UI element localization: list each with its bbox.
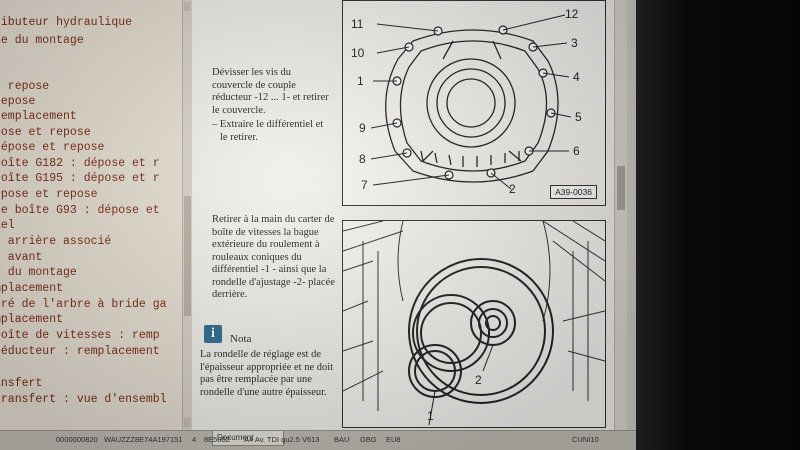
callout-label: 3 (571, 36, 578, 50)
nav-item[interactable]: t repose (0, 80, 49, 94)
status-field: EU8 (386, 435, 401, 444)
step1-para2-text: Extraire le différentiel et le retirer. (219, 119, 324, 143)
document-scrollbar[interactable] (614, 0, 627, 430)
figure-id: A39-0036 (550, 185, 597, 199)
status-model-code: 8E508Z (204, 435, 231, 444)
status-model-name: A4 Av. TDI qu2.5 V613 (244, 435, 320, 444)
nav-item[interactable]: transfert : vue d'ensembl (0, 393, 167, 407)
figure-cover-bolts: 11 12 10 3 1 4 5 9 6 8 7 2 A39-0036 (342, 0, 606, 206)
nav-item[interactable]: le du montage (0, 34, 84, 48)
document-scroll-thumb[interactable] (617, 166, 625, 210)
status-vin: WAUZZZ8E74A197151 (104, 435, 183, 444)
status-user: CUNI10 (572, 435, 599, 444)
callout-label: 11 (351, 17, 364, 31)
nav-scroll-thumb[interactable] (184, 196, 191, 316)
callout-label: 1 (427, 409, 434, 423)
nav-item[interactable]: boîte G195 : dépose et r (0, 172, 160, 186)
status-bar: 0000000820 Document WAUZZZ8E74A197151 4 … (0, 430, 636, 450)
status-field: 4 (192, 435, 197, 444)
step1-para1: Dévisser les vis du couvercle de couple … (212, 67, 329, 116)
nav-item[interactable]: pose et repose (0, 126, 91, 140)
note-paragraph: La rondelle de réglage est de l'épaisseu… (200, 349, 334, 398)
nav-item[interactable]: mplacement (0, 313, 63, 327)
nav-item[interactable]: repose (0, 95, 35, 109)
nav-item[interactable]: épose et repose (0, 188, 98, 202)
step2-text: Retirer à la main du carter de boîte de … (212, 214, 338, 302)
callout-label: 4 (573, 70, 580, 84)
callout-label: 10 (351, 46, 365, 60)
cover-diagram (370, 14, 572, 190)
callout-label: 7 (361, 178, 368, 192)
nav-item[interactable]: boîte de vitesses : remp (0, 329, 160, 343)
monitor-bezel (636, 0, 800, 450)
status-order-number: 0000000820 (56, 435, 98, 444)
step1-para2: – Extraire le différentiel et le retirer… (212, 119, 324, 143)
nav-item[interactable]: mplacement (0, 282, 63, 296)
callout-label: 2 (475, 373, 482, 387)
callout-label: 12 (565, 7, 579, 21)
scroll-down-arrow[interactable] (184, 418, 191, 427)
nav-item[interactable]: uré de l'arbre à bride ga (0, 298, 167, 312)
status-field: BAU (334, 435, 350, 444)
nav-item[interactable]: t avant (0, 251, 42, 265)
note-title: Nota (230, 333, 252, 345)
nav-item[interactable]: ansfert (0, 377, 42, 391)
nav-item[interactable]: réducteur : remplacement (0, 345, 160, 359)
callout-label: 2 (509, 182, 516, 196)
scroll-up-arrow[interactable] (184, 2, 191, 11)
nav-item[interactable]: ributeur hydraulique (0, 16, 132, 30)
step2-paragraph: Retirer à la main du carter de boîte de … (212, 214, 335, 300)
monitor-screen: ributeur hydraulique le du montage t rep… (0, 0, 636, 450)
nav-item[interactable]: dépose et repose (0, 141, 104, 155)
info-icon: i (204, 325, 222, 343)
nav-item[interactable]: iel (0, 219, 15, 233)
callout-label: 1 (357, 74, 364, 88)
nav-item[interactable]: t arrière associé (0, 235, 111, 249)
nav-item[interactable]: e du montage (0, 266, 77, 280)
callout-label: 9 (359, 121, 366, 135)
status-field: GBG (360, 435, 377, 444)
callout-label: 6 (573, 144, 580, 158)
nav-item[interactable]: boîte G182 : dépose et r (0, 157, 160, 171)
nav-item[interactable]: de boîte G93 : dépose et (0, 204, 160, 218)
callout-label: 5 (575, 110, 582, 124)
nav-item[interactable]: remplacement (0, 110, 77, 124)
step1-text: Dévisser les vis du couvercle de couple … (212, 67, 332, 144)
note-text: La rondelle de réglage est de l'épaisseu… (200, 349, 334, 399)
navigation-tree[interactable]: ributeur hydraulique le du montage t rep… (0, 0, 182, 430)
callout-label: 8 (359, 152, 366, 166)
figure-bearing-removal: 2 1 (342, 220, 606, 428)
bearing-diagram (343, 221, 605, 426)
